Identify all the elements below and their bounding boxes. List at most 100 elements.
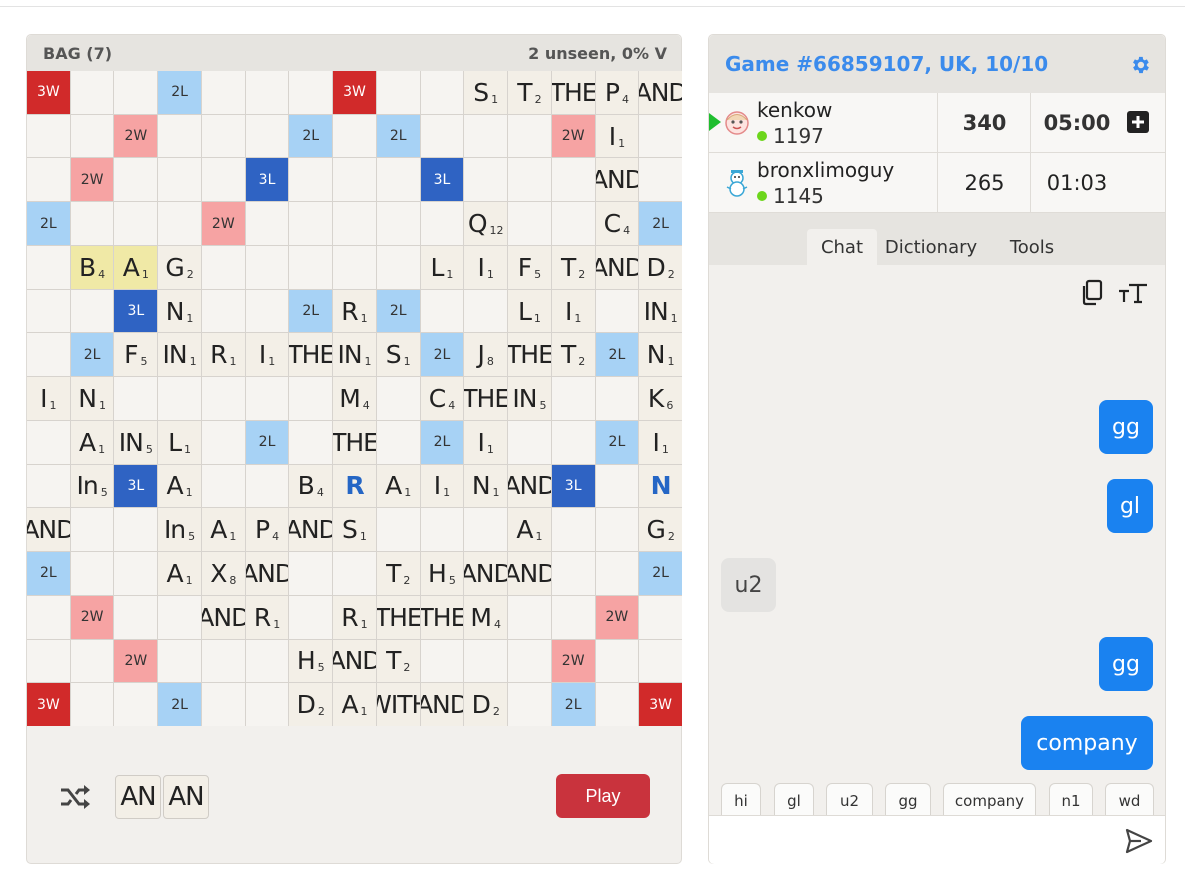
tab-tools[interactable]: Tools — [999, 229, 1065, 265]
empty-square[interactable] — [595, 683, 639, 726]
board-tile[interactable]: I1 — [551, 289, 595, 333]
empty-square[interactable] — [245, 464, 289, 508]
board-tile[interactable]: R1 — [201, 333, 245, 377]
game-board[interactable]: 3W 2L 3W S 1 T 2 THE P 4 AND 2W 2L 2L 2W I 1 2W 3L 3L AND 2L 2… — [27, 71, 682, 726]
board-tile[interactable]: A1 — [70, 420, 114, 464]
player-name[interactable]: bronxlimoguy — [757, 158, 894, 182]
board-tile[interactable]: IN 1 — [333, 333, 376, 377]
quick-reply-button[interactable]: wd — [1105, 783, 1154, 817]
empty-square[interactable] — [114, 71, 158, 114]
board-tile[interactable]: N1 — [70, 377, 114, 420]
board-tile[interactable]: AND — [27, 508, 70, 552]
rack-tile[interactable]: AN — [115, 775, 161, 819]
empty-square[interactable] — [639, 639, 682, 683]
empty-square[interactable] — [245, 114, 289, 158]
empty-square[interactable] — [376, 71, 420, 114]
board-tile[interactable]: D2 — [289, 683, 333, 726]
board-tile[interactable]: THE — [420, 595, 464, 639]
empty-square[interactable] — [508, 158, 551, 202]
empty-square[interactable] — [289, 552, 333, 595]
empty-square[interactable] — [508, 683, 551, 726]
board-tile[interactable]: I1 — [27, 377, 70, 420]
empty-square[interactable] — [464, 289, 508, 333]
empty-square[interactable] — [289, 202, 333, 245]
board-tile[interactable]: S1 — [376, 333, 420, 377]
board-tile[interactable]: N1 — [639, 333, 682, 377]
empty-square[interactable] — [420, 639, 464, 683]
board-tile[interactable]: M4 — [333, 377, 376, 420]
board-tile[interactable]: THE — [376, 595, 420, 639]
board-tile[interactable]: L1 — [158, 420, 201, 464]
empty-square[interactable] — [70, 552, 114, 595]
bonus-square[interactable]: 2L — [158, 71, 201, 114]
empty-square[interactable] — [639, 114, 682, 158]
bonus-square[interactable]: 2W — [70, 158, 114, 202]
board-tile[interactable]: B4 — [289, 464, 333, 508]
board-tile[interactable]: AND — [201, 595, 245, 639]
board-tile[interactable]: G2 — [639, 508, 682, 552]
empty-square[interactable] — [333, 202, 376, 245]
board-tile[interactable]: L1 — [420, 245, 464, 289]
empty-square[interactable] — [376, 508, 420, 552]
bonus-square[interactable]: 2L — [420, 333, 464, 377]
bonus-square[interactable]: 2L — [70, 333, 114, 377]
send-icon[interactable] — [1125, 828, 1153, 854]
empty-square[interactable] — [27, 464, 70, 508]
board-tile[interactable]: AND — [333, 639, 376, 683]
board-tile[interactable]: IN 5 — [114, 420, 158, 464]
board-tile[interactable]: D2 — [464, 683, 508, 726]
board-tile[interactable]: A1 — [158, 464, 201, 508]
empty-square[interactable] — [420, 71, 464, 114]
bonus-square[interactable]: 2L — [27, 552, 70, 595]
board-tile[interactable]: R1 — [245, 595, 289, 639]
empty-square[interactable] — [201, 377, 245, 420]
bonus-square[interactable]: 2W — [114, 639, 158, 683]
board-tile[interactable]: C4 — [595, 202, 639, 245]
empty-square[interactable] — [27, 595, 70, 639]
bonus-square[interactable]: 3W — [27, 683, 70, 726]
bag-count[interactable]: BAG (7) — [43, 44, 112, 63]
empty-square[interactable] — [289, 71, 333, 114]
empty-square[interactable] — [464, 158, 508, 202]
bonus-square[interactable]: 2W — [595, 595, 639, 639]
empty-square[interactable] — [201, 639, 245, 683]
empty-square[interactable] — [595, 289, 639, 333]
board-tile[interactable]: A1 — [158, 552, 201, 595]
board-tile[interactable]: F5 — [508, 245, 551, 289]
empty-square[interactable] — [27, 289, 70, 333]
empty-square[interactable] — [464, 114, 508, 158]
bonus-square[interactable]: 3W — [639, 683, 682, 726]
bonus-square[interactable]: 3L — [114, 464, 158, 508]
empty-square[interactable] — [420, 202, 464, 245]
board-tile[interactable]: N1 — [464, 464, 508, 508]
empty-square[interactable] — [201, 683, 245, 726]
bonus-square[interactable]: 3L — [245, 158, 289, 202]
board-tile[interactable]: T2 — [376, 552, 420, 595]
bonus-square[interactable]: 2L — [420, 420, 464, 464]
empty-square[interactable] — [70, 639, 114, 683]
empty-square[interactable] — [158, 639, 201, 683]
empty-square[interactable] — [201, 289, 245, 333]
bonus-square[interactable]: 2L — [158, 683, 201, 726]
board-tile[interactable]: K6 — [639, 377, 682, 420]
bonus-square[interactable]: 3L — [114, 289, 158, 333]
copy-icon[interactable] — [1079, 279, 1105, 311]
board-tile[interactable]: IN 1 — [158, 333, 201, 377]
empty-square[interactable] — [158, 158, 201, 202]
board-tile[interactable]: A1 — [376, 464, 420, 508]
board-tile[interactable]: IN 1 — [639, 289, 682, 333]
empty-square[interactable] — [289, 595, 333, 639]
empty-square[interactable] — [245, 71, 289, 114]
bonus-square[interactable]: 2L — [376, 289, 420, 333]
board-tile[interactable]: D2 — [639, 245, 682, 289]
chat-input[interactable] — [709, 815, 1165, 864]
bonus-square[interactable]: 2L — [27, 202, 70, 245]
empty-square[interactable] — [27, 639, 70, 683]
empty-square[interactable] — [551, 595, 595, 639]
empty-square[interactable] — [201, 464, 245, 508]
board-tile[interactable]: R1 — [333, 289, 376, 333]
empty-square[interactable] — [551, 420, 595, 464]
empty-square[interactable] — [245, 289, 289, 333]
board-tile[interactable]: A1 — [201, 508, 245, 552]
player-name[interactable]: kenkow — [757, 98, 832, 122]
